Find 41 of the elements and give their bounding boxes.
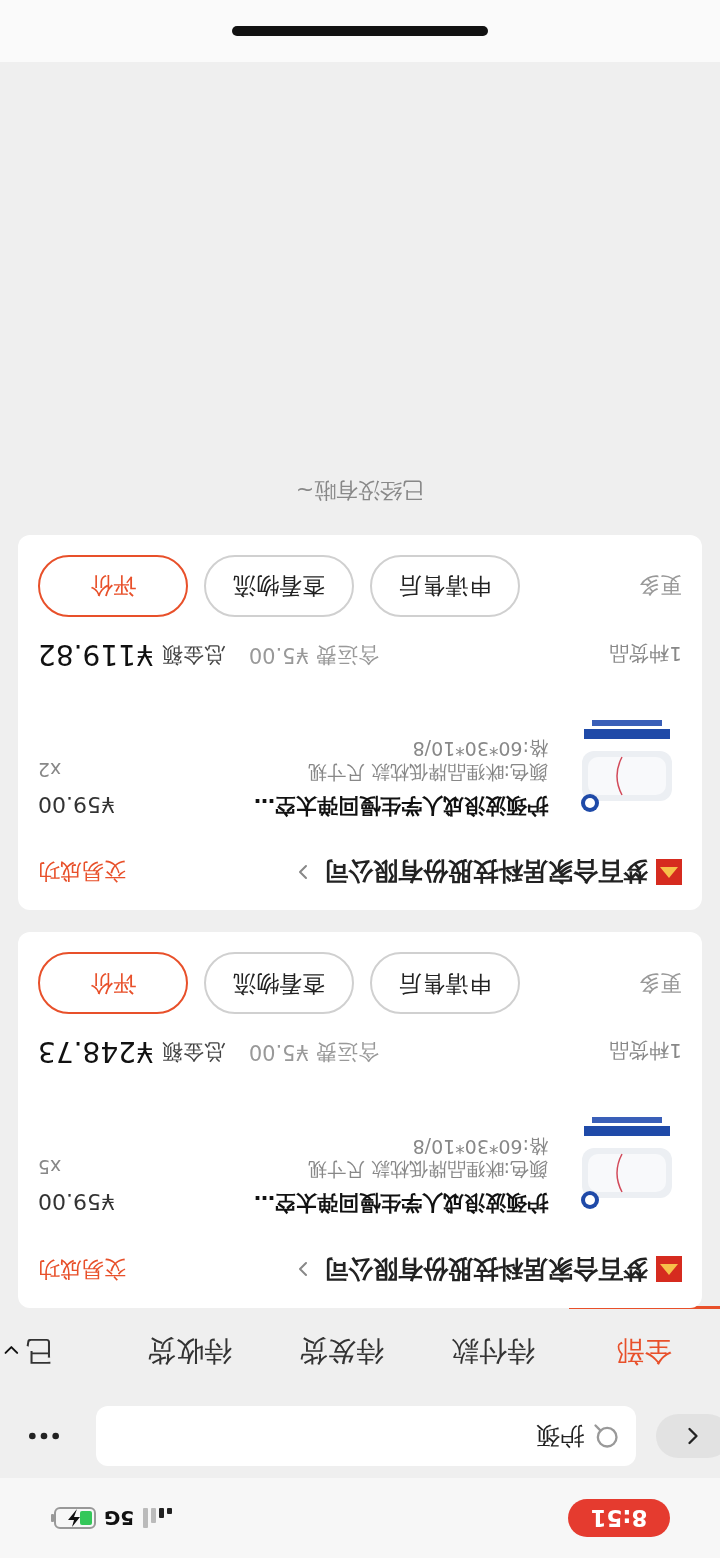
order-action-button[interactable]: 查看物流 <box>204 555 354 617</box>
order-action-button[interactable]: 申请售后 <box>370 555 520 617</box>
store-name[interactable]: 梦百合家居科技股份有限公司 <box>323 1250 648 1288</box>
order-action-button[interactable]: 评价 <box>38 952 188 1015</box>
search-icon <box>592 1422 620 1450</box>
order-tab[interactable]: 待收货 <box>114 1306 266 1394</box>
goods-count: 1种货品 <box>609 1038 682 1066</box>
product-price: ¥59.00 <box>38 1188 115 1217</box>
order-tab[interactable]: 待发货 <box>265 1306 418 1394</box>
shipping-fee: 含运费 ¥5.00 <box>248 641 379 669</box>
shipping-fee: 含运费 ¥5.00 <box>248 1039 379 1067</box>
search-value: 护颈 <box>536 1421 584 1452</box>
product-quantity: x2 <box>38 758 62 783</box>
total-amount: ¥119.82 <box>38 637 154 673</box>
order-status: 交易成功 <box>38 1255 126 1284</box>
search-field[interactable]: 护颈 <box>96 1406 636 1466</box>
order-action-button[interactable]: 查看物流 <box>204 952 354 1015</box>
order-tab[interactable]: 已 <box>0 1306 115 1394</box>
product-spec: 颜色:眯狸品牌低枕款 尺寸规格:60*30*10/8 <box>306 737 548 784</box>
store-logo-icon <box>656 858 682 885</box>
product-quantity: x5 <box>38 1155 62 1181</box>
order-action-button[interactable]: 评价 <box>38 555 188 617</box>
order-tab[interactable]: 待付款 <box>417 1306 569 1394</box>
back-button[interactable] <box>656 1414 720 1458</box>
total-label: 总金额 <box>161 1039 225 1067</box>
order-action-button[interactable]: 申请售后 <box>370 952 520 1015</box>
store-name[interactable]: 梦百合家居科技股份有限公司 <box>323 853 648 891</box>
store-logo-icon <box>656 1256 682 1283</box>
product-title[interactable]: 护颈波浪成人学生慢回弹太空… <box>254 789 548 821</box>
product-title[interactable]: 护颈波浪成人学生慢回弹太空… <box>254 1187 548 1219</box>
status-time: 8:51 <box>568 1499 670 1537</box>
product-spec: 颜色:眯狸品牌低枕款 尺寸规格:60*30*10/8 <box>306 1134 548 1182</box>
battery-charging-icon <box>50 1507 96 1529</box>
network-type: 5G <box>104 1505 135 1532</box>
end-note: 已经没有啦~ <box>295 477 425 505</box>
total-label: 总金额 <box>161 641 225 669</box>
total-amount: ¥248.73 <box>38 1034 154 1071</box>
product-price: ¥59.00 <box>38 791 115 819</box>
order-status: 交易成功 <box>38 858 126 887</box>
goods-count: 1种货品 <box>609 641 682 668</box>
signal-icon <box>142 1508 173 1528</box>
